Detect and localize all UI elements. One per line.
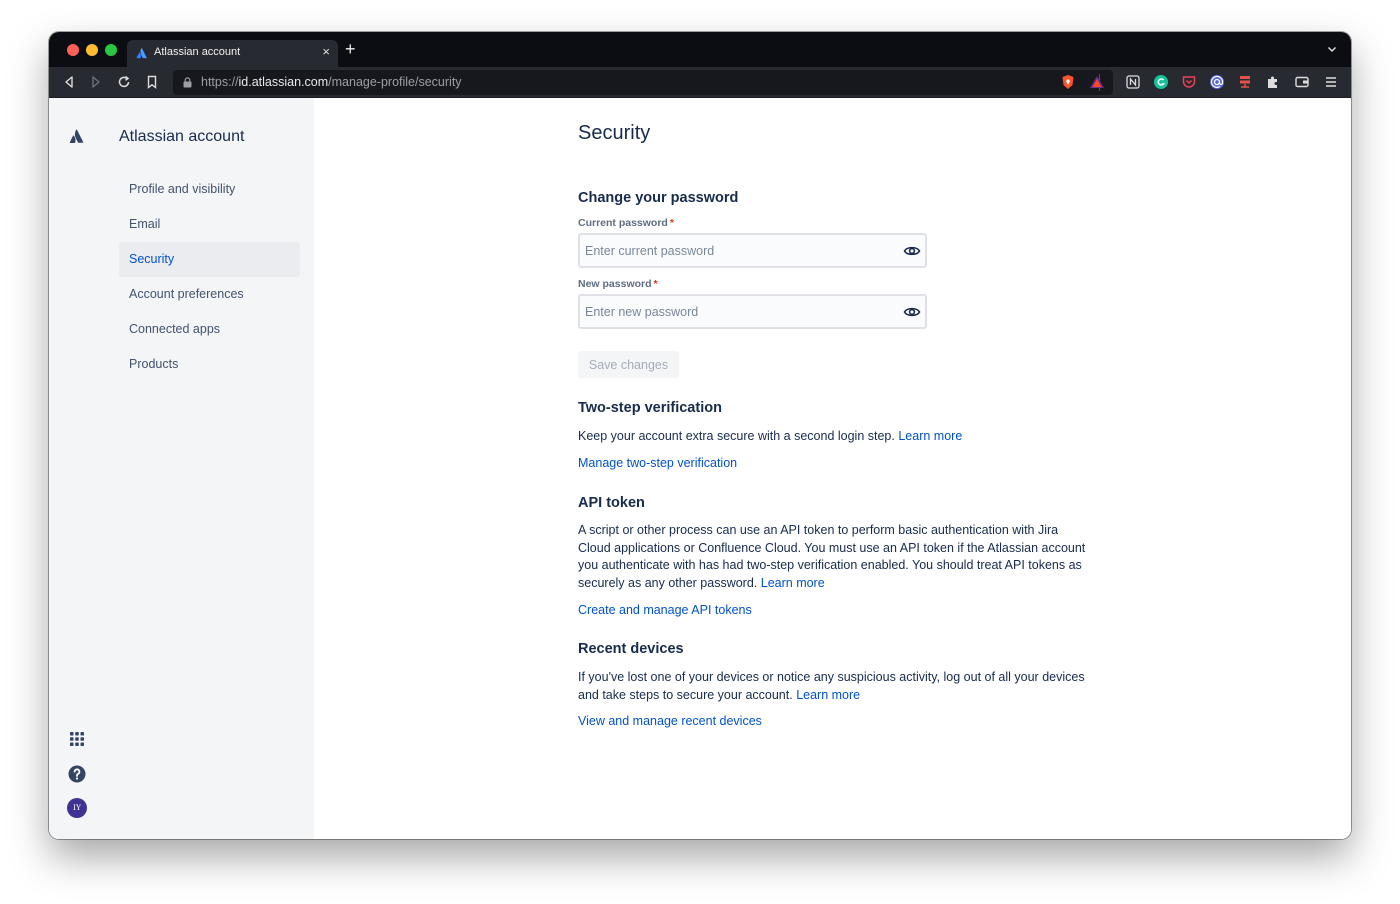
browser-toolbar: https://id.atlassian.com/manage-profile/…: [49, 67, 1351, 98]
api-token-heading: API token: [578, 495, 645, 511]
current-password-label: Current password *: [578, 217, 674, 229]
recent-devices-learn-more-link[interactable]: Learn more: [796, 688, 860, 702]
sidebar-item-account-preferences[interactable]: Account preferences: [119, 277, 300, 312]
sidebar-item-profile-and-visibility[interactable]: Profile and visibility: [119, 172, 300, 207]
new-password-input[interactable]: [585, 302, 885, 322]
atlassian-logo-icon[interactable]: [69, 128, 85, 144]
sidebar-item-email[interactable]: Email: [119, 207, 300, 242]
forward-icon[interactable]: [88, 74, 104, 90]
sidebar: Atlassian account Profile and visibility…: [49, 98, 314, 839]
brave-rewards-icon[interactable]: [1089, 74, 1105, 90]
chevron-down-icon[interactable]: [1327, 44, 1337, 54]
url-scheme: https://: [201, 75, 239, 89]
network-extension-icon[interactable]: [1237, 74, 1253, 90]
browser-tab[interactable]: Atlassian account ×: [127, 40, 338, 67]
back-icon[interactable]: [61, 74, 77, 90]
page-title: Security: [578, 122, 651, 144]
page-content: Atlassian account Profile and visibility…: [49, 98, 1351, 839]
browser-window: Atlassian account × + https://id.atlassi…: [49, 32, 1351, 839]
sidebar-item-security[interactable]: Security: [119, 242, 300, 277]
avatar[interactable]: IY: [67, 798, 87, 818]
show-password-icon[interactable]: [903, 303, 921, 321]
lock-icon: [183, 77, 192, 88]
menu-icon[interactable]: [1323, 74, 1339, 90]
bookmark-icon[interactable]: [144, 74, 160, 90]
two-step-learn-more-link[interactable]: Learn more: [898, 429, 962, 443]
required-mark: *: [653, 278, 658, 290]
sidebar-item-connected-apps[interactable]: Connected apps: [119, 312, 300, 347]
grammarly-extension-icon[interactable]: [1153, 74, 1169, 90]
tab-strip: Atlassian account × +: [49, 32, 1351, 67]
brave-shields-icon[interactable]: [1060, 74, 1076, 90]
atlassian-favicon-icon: [136, 48, 147, 59]
help-icon[interactable]: [67, 764, 87, 784]
recent-devices-description: If you've lost one of your devices or no…: [578, 669, 1090, 704]
save-changes-button[interactable]: Save changes: [578, 351, 679, 378]
address-bar[interactable]: https://id.atlassian.com/manage-profile/…: [173, 70, 1113, 95]
tab-close-icon[interactable]: ×: [322, 44, 330, 59]
maximize-window-button[interactable]: [105, 44, 117, 56]
two-step-heading: Two-step verification: [578, 400, 722, 416]
url-path: /manage-profile/security: [328, 75, 462, 89]
url-host: id.atlassian.com: [238, 75, 329, 89]
api-token-description: A script or other process can use an API…: [578, 522, 1090, 592]
current-password-label-text: Current password: [578, 217, 668, 229]
notion-extension-icon[interactable]: [1125, 74, 1141, 90]
reload-icon[interactable]: [116, 74, 132, 90]
app-switcher-icon[interactable]: [67, 729, 87, 749]
wallet-icon[interactable]: [1294, 74, 1310, 90]
tab-title: Atlassian account: [154, 46, 241, 58]
two-step-text: Keep your account extra secure with a se…: [578, 429, 895, 443]
url-text: https://id.atlassian.com/manage-profile/…: [201, 75, 462, 89]
brand-title: Atlassian account: [119, 128, 245, 145]
current-password-input[interactable]: [585, 241, 885, 261]
api-token-learn-more-link[interactable]: Learn more: [761, 576, 825, 590]
show-password-icon[interactable]: [903, 242, 921, 260]
change-password-heading: Change your password: [578, 190, 739, 206]
at-sign-extension-icon[interactable]: [1209, 74, 1225, 90]
extensions-puzzle-icon[interactable]: [1265, 74, 1281, 90]
new-tab-button[interactable]: +: [345, 40, 356, 58]
sidebar-item-products[interactable]: Products: [119, 347, 300, 382]
new-password-label-text: New password: [578, 278, 652, 290]
new-password-label: New password *: [578, 278, 658, 290]
current-password-field[interactable]: [578, 233, 927, 268]
new-password-field[interactable]: [578, 294, 927, 329]
manage-api-tokens-link[interactable]: Create and manage API tokens: [578, 603, 752, 617]
close-window-button[interactable]: [67, 44, 79, 56]
pocket-extension-icon[interactable]: [1181, 74, 1197, 90]
required-mark: *: [669, 217, 674, 229]
two-step-description: Keep your account extra secure with a se…: [578, 428, 1090, 446]
api-token-text: A script or other process can use an API…: [578, 523, 1086, 590]
manage-recent-devices-link[interactable]: View and manage recent devices: [578, 714, 762, 728]
manage-two-step-link[interactable]: Manage two-step verification: [578, 456, 737, 470]
recent-devices-heading: Recent devices: [578, 641, 684, 657]
minimize-window-button[interactable]: [86, 44, 98, 56]
